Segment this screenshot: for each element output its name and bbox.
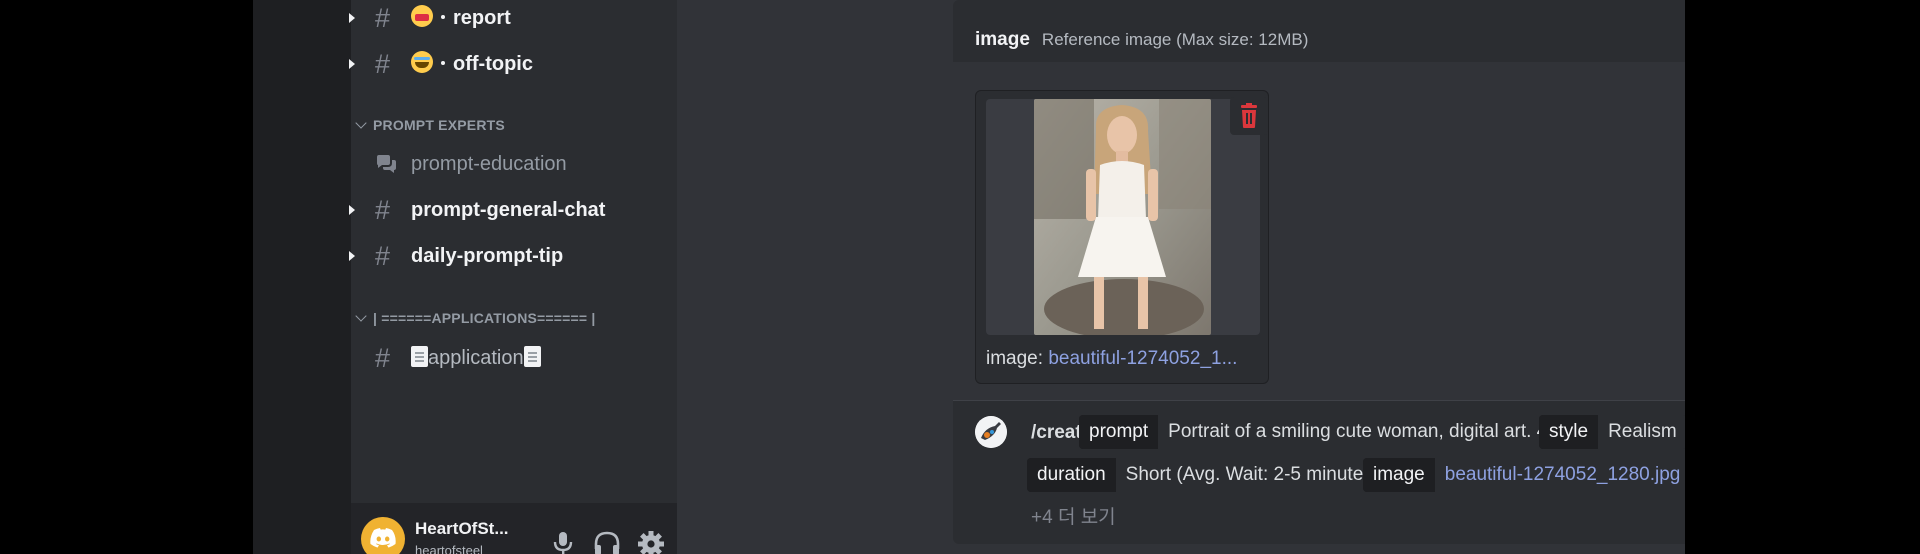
channel-name: report — [453, 7, 511, 29]
trash-icon — [1241, 103, 1257, 128]
avatar[interactable] — [361, 517, 405, 554]
channel-off-topic[interactable]: # off-topic — [349, 44, 677, 84]
option-chip-duration[interactable]: duration Short (Avg. Wait: 2-5 minutes) — [1027, 458, 1390, 492]
separator-dot — [441, 15, 445, 19]
username: HeartOfSt... — [415, 519, 509, 538]
channel-name: prompt-education — [411, 153, 567, 175]
hash-icon: # — [375, 343, 391, 373]
channel-prompt-education[interactable]: prompt-education — [351, 144, 677, 184]
option-value[interactable]: Short (Avg. Wait: 2-5 minutes) — [1115, 458, 1390, 492]
channel-report[interactable]: # report — [349, 0, 677, 38]
option-chip-prompt[interactable]: prompt Portrait of a smiling cute woman,… — [1079, 415, 1567, 449]
chat-area: image Reference image (Max size: 12MB) i… — [677, 0, 1685, 554]
user-panel: HeartOfSt... heartofsteel — [351, 503, 677, 554]
option-key: image — [1363, 458, 1435, 492]
user-handle: heartofsteel — [415, 543, 483, 554]
option-value[interactable]: Realism — [1598, 415, 1685, 449]
forum-icon — [377, 155, 396, 173]
channel-sidebar: # report # off-topic PROMPT EXPERTS prom… — [349, 0, 677, 554]
channel-name: off-topic — [453, 53, 533, 75]
bot-avatar — [975, 416, 1007, 448]
laughing-emoji — [411, 51, 433, 73]
hash-icon: # — [375, 241, 391, 271]
show-more-options[interactable]: +4 더 보기 — [1031, 502, 1116, 529]
option-chip-image[interactable]: image beautiful-1274052_1280.jpg — [1363, 458, 1685, 492]
command-input-panel: image Reference image (Max size: 12MB) i… — [953, 0, 1685, 544]
reference-photo — [1034, 99, 1211, 335]
unread-indicator — [349, 251, 357, 261]
discord-window: # report # off-topic PROMPT EXPERTS prom… — [253, 0, 1685, 554]
channel-name: prompt-general-chat — [411, 199, 606, 221]
option-key: duration — [1027, 458, 1116, 492]
hash-icon: # — [375, 49, 391, 79]
option-description-header: image Reference image (Max size: 12MB) — [953, 18, 1685, 62]
option-key: prompt — [1079, 415, 1159, 449]
category-label: | ======APPLICATIONS====== | — [373, 310, 596, 326]
unread-indicator — [349, 205, 357, 215]
separator-dot — [441, 61, 445, 65]
category-label: PROMPT EXPERTS — [373, 117, 505, 133]
channel-name: application — [428, 347, 524, 369]
delete-attachment-button[interactable] — [1230, 97, 1268, 135]
option-chip-style[interactable]: style Realism — [1539, 415, 1685, 449]
chevron-down-icon — [355, 310, 367, 322]
page-emoji — [523, 346, 541, 367]
page-emoji — [411, 346, 428, 367]
attachment-area: image: beautiful-1274052_1... — [953, 62, 1685, 400]
unread-indicator — [349, 13, 357, 23]
category-applications[interactable]: | ======APPLICATIONS====== | — [355, 306, 596, 330]
attachment-card[interactable]: image: beautiful-1274052_1... — [975, 90, 1269, 384]
channel-prompt-general-chat[interactable]: # prompt-general-chat — [349, 190, 677, 230]
divider — [953, 400, 1685, 401]
microphone-icon[interactable] — [547, 529, 579, 554]
unread-indicator — [349, 59, 357, 69]
attachment-label: image: beautiful-1274052_1... — [986, 348, 1238, 369]
image-preview — [986, 99, 1260, 335]
option-key: image — [975, 29, 1030, 50]
server-list — [253, 0, 351, 554]
option-value[interactable]: beautiful-1274052_1280.jpg — [1434, 458, 1685, 492]
hash-icon: # — [375, 3, 391, 33]
red-face-emoji — [411, 5, 433, 27]
option-description: Reference image (Max size: 12MB) — [1041, 30, 1309, 49]
chevron-down-icon — [355, 117, 367, 129]
channel-daily-prompt-tip[interactable]: # daily-prompt-tip — [349, 236, 677, 276]
attachment-filename[interactable]: beautiful-1274052_1... — [1048, 348, 1237, 369]
channel-name: daily-prompt-tip — [411, 245, 564, 267]
option-value[interactable]: Portrait of a smiling cute woman, digita… — [1158, 415, 1567, 449]
category-prompt-experts[interactable]: PROMPT EXPERTS — [355, 113, 505, 137]
headphones-icon[interactable] — [591, 529, 623, 554]
hash-icon: # — [375, 195, 391, 225]
discord-logo-icon — [370, 528, 396, 548]
channel-application[interactable]: # application — [351, 338, 677, 378]
gear-icon[interactable] — [635, 529, 667, 554]
option-key: style — [1539, 415, 1599, 449]
